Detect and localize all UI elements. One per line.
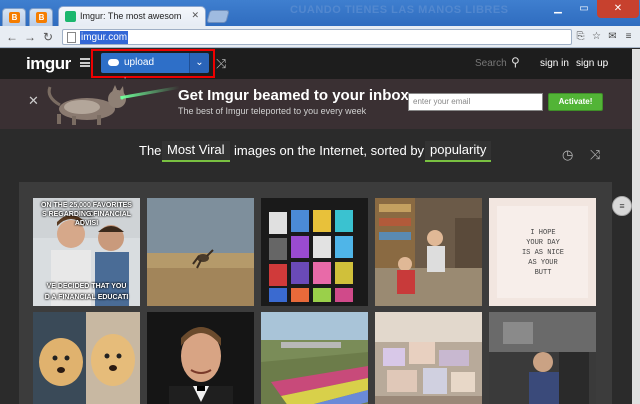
cloud-upload-icon [108,59,119,66]
url-text[interactable]: imgur.com [80,31,129,44]
close-tab-icon[interactable]: ✕ [191,10,199,21]
aerial-field-image [261,312,368,404]
newsletter-banner: ✕ Get Imgur beamed to your inbox The bes… [0,79,632,129]
close-banner-icon[interactable]: ✕ [28,93,39,109]
office-image [489,312,596,404]
gallery-item-aerial-field[interactable] [261,312,368,404]
tab-imgur[interactable]: Imgur: The most awesom ✕ [58,6,206,26]
cartoon-covers-image [261,198,368,306]
desert-image [147,198,254,306]
mail-icon[interactable]: ✉ [606,30,619,43]
search-input[interactable]: Search [475,58,507,69]
tab-title: Imgur: The most awesom [80,11,182,21]
upload-images-button[interactable]: upload images [101,53,189,88]
dicaprio-image [147,312,254,404]
new-tab-button[interactable] [206,10,230,23]
quote-text: I HOPE YOUR DAY IS AS NICE AS YOUR BUTT [503,228,583,278]
gallery-item-desert-runner[interactable] [147,198,254,306]
imgur-favicon-icon [65,11,76,22]
meme-top-line-2: S REGARDING FINANCIAL ADVISI [41,211,132,227]
address-bar[interactable]: imgur.com [62,29,572,45]
meme-bottom-line-2: D A FINANCIAL EDUCATI [44,294,129,301]
minimize-button[interactable]: ▁ [545,0,571,18]
sort-section-selector[interactable]: Most Viral [162,141,230,162]
quote-line: I HOPE [530,229,556,237]
reload-icon[interactable]: ↻ [40,29,56,45]
shuffle-icon[interactable]: ⤨ [216,56,226,72]
blogger-icon: B [36,12,47,23]
space-cat-image [47,85,126,125]
activate-button[interactable]: Activate! [548,93,603,111]
upload-dropdown-chevron-icon[interactable]: ⌄ [189,53,209,73]
back-icon[interactable]: ← [4,29,20,45]
maximize-button[interactable]: ▭ [571,0,597,18]
gallery-item-cartoon-covers[interactable] [261,198,368,306]
gallery-item-office[interactable] [489,312,596,404]
page-icon [67,32,76,43]
gallery-item-puppy[interactable] [33,312,140,404]
close-window-button[interactable]: ✕ [597,0,639,18]
sign-up-link[interactable]: sign up [576,58,608,69]
gallery-item-store-kids[interactable] [375,198,482,306]
quote-line: AS YOUR [528,259,558,267]
translate-icon[interactable]: ⎘ [574,30,587,43]
imgur-page: imgur upload images ⌄ ⤨ Search ⚲ sign in… [0,49,632,404]
bookmark-star-icon[interactable]: ☆ [590,30,603,43]
menu-icon[interactable]: ≡ [622,30,635,43]
clock-icon[interactable]: ◷ [562,147,573,163]
shuffle-icon[interactable]: ⤨ [590,147,600,163]
site-header: imgur upload images ⌄ ⤨ Search ⚲ sign in… [0,49,632,88]
gallery-headline: The Most Viral images on the Internet, s… [0,141,632,167]
quote-line: YOUR DAY [526,239,560,247]
browser-toolbar: ← → ↻ imgur.com ⎘ ☆ ✉ ≡ [0,26,640,48]
hamburger-menu-icon[interactable] [80,58,90,67]
headline-text-1: The [139,143,162,158]
banner-subtitle: The best of Imgur teleported to you ever… [178,106,367,116]
browser-window: { "browser": { "tab_title": "Imgur: The … [0,0,640,404]
email-field[interactable]: enter your email [408,93,543,111]
gift-room-image [375,312,482,404]
meme-bottom-line-1: VE DECIDED THAT YOU [46,283,127,290]
quote-line: BUTT [534,269,552,277]
tab-blogger-2[interactable]: B [29,8,53,26]
banner-title: Get Imgur beamed to your inbox [178,87,409,104]
tab-strip: B B Imgur: The most awesom ✕ CUANDO TIEN… [0,0,640,26]
image-gallery: ON THE 25,000 FAVORITES AND S REGARDING … [19,182,612,404]
page-scrollbar[interactable] [632,49,640,404]
blogger-icon: B [9,12,20,23]
background-banner-text: CUANDO TIENES LAS MANOS LIBRES [290,4,509,16]
store-kids-image [375,198,482,306]
puppy-image [33,312,140,404]
gallery-item-dicaprio[interactable] [147,312,254,404]
gallery-item-gift-room[interactable] [375,312,482,404]
tab-blogger-1[interactable]: B [2,8,26,26]
forward-icon[interactable]: → [22,29,38,45]
gallery-item-quote-card[interactable]: I HOPE YOUR DAY IS AS NICE AS YOUR BUTT [489,198,596,306]
gallery-item-financial-meme[interactable]: ON THE 25,000 FAVORITES AND S REGARDING … [33,198,140,306]
search-icon[interactable]: ⚲ [511,55,520,69]
imgur-logo[interactable]: imgur [26,54,71,74]
headline-text-2: images on the Internet, sorted by [234,143,425,158]
quote-line: IS AS NICE [521,249,564,257]
sort-order-selector[interactable]: popularity [425,141,492,162]
side-scroll-button[interactable]: ≡ [612,196,632,216]
sign-in-link[interactable]: sign in [540,58,569,69]
